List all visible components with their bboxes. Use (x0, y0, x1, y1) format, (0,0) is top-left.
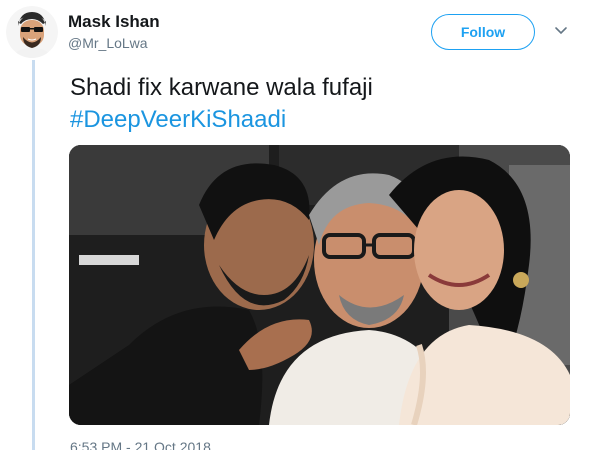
photo-illustration (69, 145, 570, 425)
tweet-timestamp[interactable]: 6:53 PM - 21 Oct 2018 (70, 439, 211, 450)
avatar[interactable] (6, 6, 58, 58)
tweet-photo[interactable] (69, 145, 570, 425)
chevron-down-icon[interactable] (552, 22, 570, 40)
cartoon-avatar-icon (6, 6, 58, 58)
follow-button[interactable]: Follow (431, 14, 535, 50)
thread-line (32, 60, 35, 450)
author-handle[interactable]: @Mr_LoLwa (68, 35, 148, 51)
hashtag-link[interactable]: #DeepVeerKiShaadi (70, 104, 286, 135)
author-name[interactable]: Mask Ishan (68, 12, 160, 32)
tweet-text: Shadi fix karwane wala fufaji (70, 74, 373, 101)
